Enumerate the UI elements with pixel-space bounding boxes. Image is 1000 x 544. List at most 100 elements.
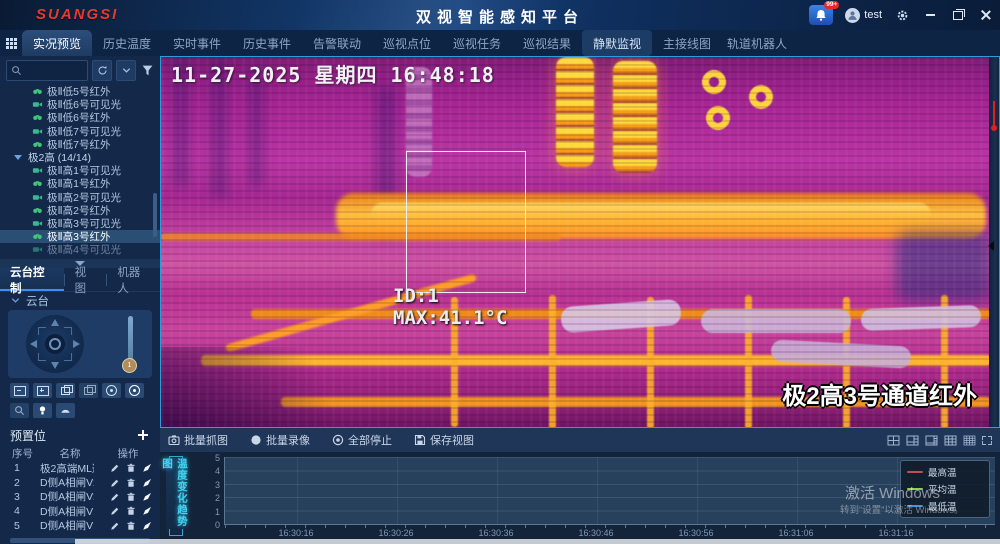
- ptz-speed-slider[interactable]: [128, 316, 133, 362]
- search-input[interactable]: [6, 60, 88, 81]
- windows-activation-watermark-sub: 转到“设置”以激活 Windows。: [840, 502, 964, 516]
- y-tick: 4: [204, 466, 220, 476]
- delete-icon[interactable]: [126, 506, 136, 516]
- preset-row[interactable]: 2 D侧A相闸V2L5...: [0, 475, 160, 489]
- batch-snapshot-button[interactable]: 批量抓图: [168, 432, 228, 448]
- tree-item[interactable]: 极Ⅱ高3号可见光: [0, 217, 160, 230]
- tree-item[interactable]: 极Ⅱ高4号可见光: [0, 243, 160, 256]
- target-icon: [49, 338, 61, 350]
- wiper-button[interactable]: [56, 403, 75, 418]
- zoom-out-button[interactable]: [10, 383, 29, 398]
- taskbar-edge: [75, 539, 1000, 544]
- tab-patrol-results[interactable]: 巡视结果: [512, 30, 582, 56]
- stop-icon: [332, 434, 344, 446]
- goto-preset-icon[interactable]: [142, 463, 152, 473]
- delete-icon[interactable]: [126, 463, 136, 473]
- restore-icon: [953, 11, 963, 20]
- tree-item[interactable]: 极Ⅱ高2号可见光: [0, 191, 160, 204]
- tab-alarm-linkage[interactable]: 告警联动: [302, 30, 372, 56]
- preset-row[interactable]: 1 极2高端ML避雷器: [0, 461, 160, 475]
- tab-ptz-control[interactable]: 云台控制: [0, 268, 64, 291]
- ptz-speed-handle[interactable]: 1: [122, 358, 137, 373]
- layout-grid16-icon[interactable]: [963, 435, 976, 446]
- gridline: [297, 457, 298, 524]
- goto-preset-icon[interactable]: [142, 478, 152, 488]
- tab-view[interactable]: 视图: [65, 268, 107, 291]
- goto-preset-icon[interactable]: [142, 521, 152, 531]
- settings-button[interactable]: [894, 7, 910, 23]
- tab-patrol-points[interactable]: 巡视点位: [372, 30, 442, 56]
- y-tick: 0: [204, 520, 220, 530]
- layout-grid6-icon[interactable]: [906, 435, 919, 446]
- tab-live-preview[interactable]: 实况预览: [22, 30, 92, 56]
- tree-item[interactable]: 极Ⅱ高1号可见光: [0, 164, 160, 177]
- tab-rail-robot[interactable]: 轨道机器人: [722, 30, 792, 56]
- refresh-button[interactable]: [92, 60, 112, 81]
- tree-item[interactable]: 极Ⅱ低6号可见光: [0, 98, 160, 111]
- notifications-button[interactable]: 99+: [809, 5, 833, 25]
- delete-icon[interactable]: [126, 492, 136, 502]
- arrow-left-icon[interactable]: [30, 340, 37, 348]
- refresh-icon: [97, 65, 108, 76]
- tab-main-wiring-diagram[interactable]: 主接线图: [652, 30, 722, 56]
- delete-icon[interactable]: [126, 521, 136, 531]
- batch-record-button[interactable]: 批量录像: [250, 432, 310, 448]
- filter-button[interactable]: [141, 62, 154, 80]
- iris-minus-button[interactable]: [102, 383, 121, 398]
- tree-item[interactable]: 极Ⅱ高2号红外: [0, 204, 160, 217]
- video-cell[interactable]: 11-27-2025 星期四 16:48:18 ID:1 MAX:41.1°C …: [160, 56, 1000, 428]
- preset-row[interactable]: 5 D侧A相闸V1L1...: [0, 519, 160, 533]
- tree-group[interactable]: 极2高 (14/14): [0, 151, 160, 164]
- user-menu[interactable]: test: [845, 8, 882, 23]
- camera-icon: [32, 99, 43, 110]
- stop-all-button[interactable]: 全部停止: [332, 432, 392, 448]
- apps-grid-button[interactable]: [0, 30, 22, 56]
- goto-preset-icon[interactable]: [142, 506, 152, 516]
- y-tick: 1: [204, 507, 220, 517]
- tree-item[interactable]: 极Ⅱ低7号可见光: [0, 125, 160, 138]
- close-button[interactable]: [978, 7, 994, 23]
- edit-icon[interactable]: [110, 521, 120, 531]
- layout-grid4-icon[interactable]: [887, 435, 900, 446]
- temperature-scale-strip[interactable]: [989, 57, 999, 427]
- ptz-center-button[interactable]: [45, 334, 65, 354]
- edit-icon[interactable]: [110, 463, 120, 473]
- restore-button[interactable]: [950, 7, 966, 23]
- arrow-up-icon[interactable]: [51, 319, 59, 326]
- preset-row[interactable]: 3 D侧A相闸V2L1...: [0, 490, 160, 504]
- delete-icon[interactable]: [126, 478, 136, 488]
- edit-icon[interactable]: [110, 506, 120, 516]
- tab-history-events[interactable]: 历史事件: [232, 30, 302, 56]
- layout-grid9-icon[interactable]: [944, 435, 957, 446]
- collapse-all-button[interactable]: [116, 60, 136, 81]
- light-button[interactable]: [33, 403, 52, 418]
- focus-near-button[interactable]: [56, 383, 75, 398]
- minimize-button[interactable]: [922, 7, 938, 23]
- tree-item[interactable]: 极Ⅱ低5号红外: [0, 85, 160, 98]
- focus-far-button[interactable]: [79, 383, 98, 398]
- add-preset-button[interactable]: [136, 428, 150, 442]
- fullscreen-icon[interactable]: [982, 436, 992, 445]
- preset-row[interactable]: 4 D侧A相闸V1L5...: [0, 504, 160, 518]
- tab-robot[interactable]: 机器人: [107, 268, 160, 291]
- magnify-button[interactable]: [10, 403, 29, 418]
- arrow-down-icon[interactable]: [51, 362, 59, 369]
- tab-realtime-events[interactable]: 实时事件: [162, 30, 232, 56]
- edit-icon[interactable]: [110, 478, 120, 488]
- ptz-dpad[interactable]: [26, 315, 84, 373]
- tree-item[interactable]: 极Ⅱ高1号红外: [0, 177, 160, 190]
- iris-plus-button[interactable]: [125, 383, 144, 398]
- layout-grid8-icon[interactable]: [925, 435, 938, 446]
- tab-patrol-tasks[interactable]: 巡视任务: [442, 30, 512, 56]
- tree-item[interactable]: 极Ⅱ低6号红外: [0, 111, 160, 124]
- tree-scrollbar[interactable]: [153, 193, 157, 237]
- tree-item[interactable]: 极Ⅱ低7号红外: [0, 138, 160, 151]
- zoom-in-button[interactable]: [33, 383, 52, 398]
- tab-history-temperature[interactable]: 历史温度: [92, 30, 162, 56]
- tab-silent-monitor[interactable]: 静默监视: [582, 30, 652, 56]
- goto-preset-icon[interactable]: [142, 492, 152, 502]
- edit-icon[interactable]: [110, 492, 120, 502]
- save-view-button[interactable]: 保存视图: [414, 432, 474, 448]
- arrow-right-icon[interactable]: [73, 340, 80, 348]
- tree-item-selected[interactable]: 极Ⅱ高3号红外: [0, 230, 160, 243]
